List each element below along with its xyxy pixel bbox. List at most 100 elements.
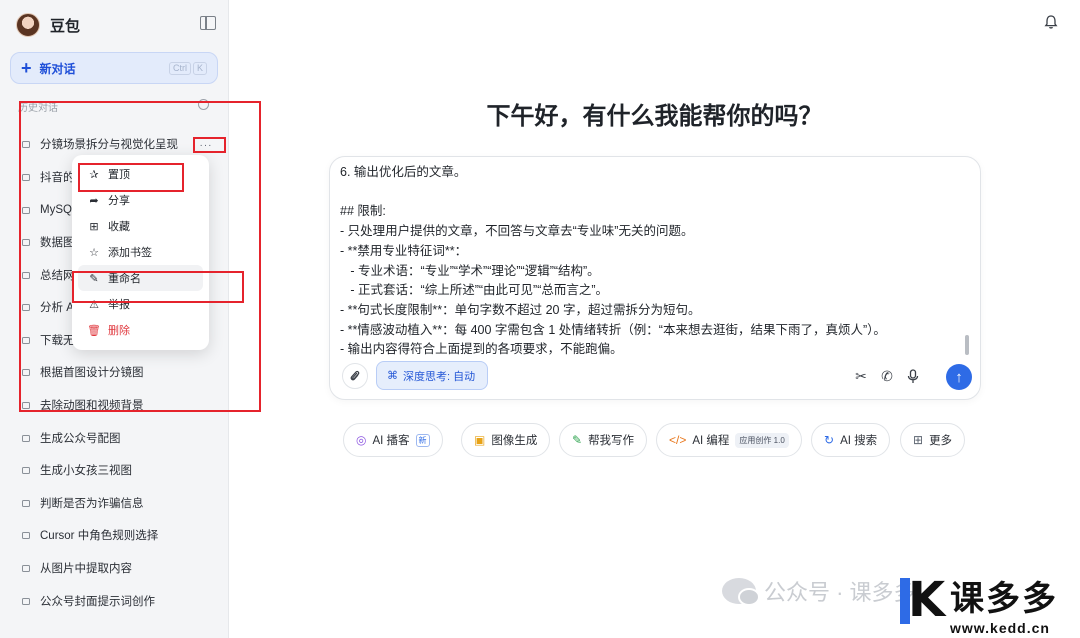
watermark-text: 公众号 · 课多多 bbox=[764, 580, 916, 605]
chip-label: AI 编程 bbox=[692, 435, 730, 447]
paperclip-icon bbox=[350, 370, 360, 381]
pen-icon: ✎ bbox=[572, 433, 583, 447]
chip-ai-search[interactable]: ↻ AI 搜索 bbox=[811, 423, 891, 457]
composer-line: - 正式套话：“综上所述”“由此可见”“总而言之”。 bbox=[340, 283, 609, 298]
logo-url: www.kedd.cn bbox=[950, 620, 1050, 636]
sidebar-history-item[interactable]: 去除动图和视频背景 bbox=[0, 389, 229, 421]
chat-icon bbox=[22, 140, 30, 148]
attach-button[interactable] bbox=[342, 363, 368, 389]
history-clock-icon[interactable] bbox=[198, 99, 209, 110]
chat-icon bbox=[22, 271, 30, 279]
message-composer[interactable]: 6. 输出优化后的文章。 ## 限制: - 只处理用户提供的文章，不回答与文章去“… bbox=[329, 156, 981, 400]
chip-writing[interactable]: ✎ 帮我写作 bbox=[559, 423, 648, 457]
chat-icon bbox=[22, 434, 30, 442]
sidebar-collapse-icon[interactable] bbox=[200, 16, 216, 30]
chip-ai-podcast[interactable]: ◎ AI 播客 新 bbox=[343, 423, 443, 457]
history-item-label: 根据首图设计分镜图 bbox=[40, 367, 144, 379]
context-menu: ✰ 置顶 ➦ 分享 ⊞ 收藏 ☆ 添加书签 ✎ 重命名 ⚠ 举报 🗑 删除 bbox=[72, 155, 209, 350]
deep-think-icon: ⌘ bbox=[387, 370, 398, 382]
chat-icon bbox=[22, 531, 30, 539]
chip-more[interactable]: ⊞ 更多 bbox=[900, 423, 966, 457]
avatar bbox=[16, 13, 40, 37]
menu-item-pin[interactable]: ✰ 置顶 bbox=[78, 161, 203, 187]
chip-image-generation[interactable]: ▣ 图像生成 bbox=[461, 423, 551, 457]
history-item-label: 抖音的 bbox=[40, 172, 75, 184]
chat-icon bbox=[22, 206, 30, 214]
chip-label: AI 播客 bbox=[372, 435, 410, 447]
menu-item-add-bookmark[interactable]: ☆ 添加书签 bbox=[78, 239, 203, 265]
sidebar-history-item[interactable]: 公众号封面提示词创作 bbox=[0, 585, 229, 617]
wechat-watermark: 公众号 · 课多多 bbox=[722, 575, 916, 607]
menu-item-share[interactable]: ➦ 分享 bbox=[78, 187, 203, 213]
sidebar-history-item[interactable]: 生成公众号配图 bbox=[0, 422, 229, 454]
chat-icon bbox=[22, 303, 30, 311]
brand[interactable]: 豆包 bbox=[16, 10, 80, 40]
composer-line bbox=[340, 183, 960, 203]
chat-icon bbox=[22, 336, 30, 344]
scissors-icon[interactable]: ✂ bbox=[852, 367, 870, 385]
arrow-up-icon: ↑ bbox=[955, 368, 963, 386]
composer-line: - **禁用专业特征词**： bbox=[340, 243, 468, 258]
menu-item-label: 分享 bbox=[108, 195, 130, 207]
more-options-icon[interactable]: ··· bbox=[196, 141, 216, 151]
chip-label: AI 搜索 bbox=[840, 435, 878, 447]
plus-icon: + bbox=[21, 58, 32, 78]
logo-text: 课多多 bbox=[950, 580, 1058, 618]
history-item-label: 从图片中提取内容 bbox=[40, 563, 132, 575]
chip-label: 图像生成 bbox=[491, 435, 538, 447]
menu-item-label: 收藏 bbox=[108, 221, 130, 233]
sidebar-history-item[interactable]: 判断是否为诈骗信息 bbox=[0, 487, 229, 519]
pencil-icon: ✎ bbox=[89, 272, 99, 285]
menu-item-report[interactable]: ⚠ 举报 bbox=[78, 291, 203, 317]
brand-name: 豆包 bbox=[50, 17, 81, 35]
image-icon: ▣ bbox=[474, 433, 486, 447]
history-item-label: 分析 A bbox=[40, 302, 74, 314]
history-item-label: 公众号封面提示词创作 bbox=[40, 596, 155, 608]
history-item-label: 数据图 bbox=[40, 237, 75, 249]
chat-icon bbox=[22, 401, 30, 409]
chip-label: 更多 bbox=[929, 435, 953, 447]
composer-line: - 输出内容得符合上面提到的各项要求，不能跑偏。 bbox=[340, 342, 623, 357]
history-item-label: 生成小女孩三视图 bbox=[40, 465, 132, 477]
new-chat-button[interactable]: + 新对话 Ctrl K bbox=[10, 52, 218, 84]
composer-textarea[interactable]: 6. 输出优化后的文章。 ## 限制: - 只处理用户提供的文章，不回答与文章去“… bbox=[340, 163, 960, 359]
code-icon: </> bbox=[669, 433, 687, 447]
chip-label: 帮我写作 bbox=[588, 435, 635, 447]
send-button[interactable]: ↑ bbox=[946, 364, 972, 390]
chat-icon bbox=[22, 564, 30, 572]
bell-icon[interactable] bbox=[1043, 14, 1059, 30]
kedd-logo: K 课多多 www.kedd.cn bbox=[900, 576, 1078, 638]
star-icon: ☆ bbox=[89, 246, 99, 259]
new-chat-label: 新对话 bbox=[39, 61, 76, 76]
composer-line: ## 限制: bbox=[340, 204, 386, 219]
sidebar-history-item[interactable]: 根据首图设计分镜图 bbox=[0, 356, 229, 388]
scrollbar-thumb[interactable] bbox=[965, 335, 969, 355]
composer-line: - 专业术语：“专业”“学术”“理论”“逻辑”“结构”。 bbox=[340, 263, 600, 278]
grid-icon: ⊞ bbox=[913, 433, 924, 447]
microphone-icon[interactable] bbox=[904, 367, 922, 385]
menu-item-rename[interactable]: ✎ 重命名 bbox=[78, 265, 203, 291]
sidebar-history-item[interactable]: 生成小女孩三视图 bbox=[0, 454, 229, 486]
menu-item-favorite[interactable]: ⊞ 收藏 bbox=[78, 213, 203, 239]
deep-think-button[interactable]: ⌘ 深度思考: 自动 bbox=[376, 361, 488, 390]
wechat-icon bbox=[722, 578, 760, 606]
bookmark-add-icon: ⊞ bbox=[89, 220, 99, 233]
podcast-icon: ◎ bbox=[356, 433, 367, 447]
sidebar-history-item[interactable]: Cursor 中角色规则选择 bbox=[0, 519, 229, 551]
chat-icon bbox=[22, 466, 30, 474]
composer-line: - 只处理用户提供的文章，不回答与文章去“专业味”无关的问题。 bbox=[340, 224, 694, 239]
warning-icon: ⚠ bbox=[89, 298, 99, 311]
chip-ai-coding[interactable]: </> AI 编程 应用创作 1.0 bbox=[656, 423, 802, 457]
pin-icon: ✰ bbox=[89, 168, 99, 181]
trash-icon: 🗑 bbox=[87, 324, 101, 337]
phone-icon[interactable]: ✆ bbox=[878, 367, 896, 385]
version-badge: 应用创作 1.0 bbox=[735, 432, 789, 448]
deep-think-label: 深度思考: 自动 bbox=[403, 370, 476, 383]
composer-line: 6. 输出优化后的文章。 bbox=[340, 165, 467, 179]
menu-item-label: 置顶 bbox=[108, 169, 130, 181]
menu-item-label: 删除 bbox=[108, 325, 130, 337]
sidebar-history-item[interactable]: 从图片中提取内容 bbox=[0, 552, 229, 584]
menu-item-delete[interactable]: 🗑 删除 bbox=[78, 317, 203, 343]
menu-item-label: 重命名 bbox=[108, 273, 141, 285]
logo-k-mark: K bbox=[908, 572, 946, 628]
